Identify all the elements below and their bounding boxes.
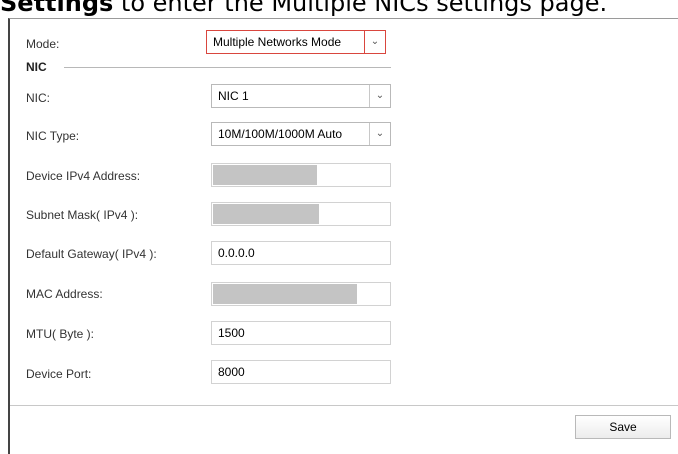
mtu-input-value: 1500: [218, 326, 245, 340]
network-settings-panel: Mode: Multiple Networks Mode ⌄ NIC NIC: …: [8, 18, 678, 454]
chevron-down-icon[interactable]: ⌄: [369, 85, 390, 107]
ipv4-label: Device IPv4 Address:: [26, 169, 141, 183]
gateway-label: Default Gateway( IPv4 ):: [26, 247, 157, 261]
save-button[interactable]: Save: [575, 415, 671, 439]
nic-label: NIC:: [26, 91, 50, 105]
mac-redacted-value: [213, 284, 357, 304]
port-input-value: 8000: [218, 365, 245, 379]
mtu-label: MTU( Byte ):: [26, 327, 94, 341]
ipv4-redacted-value: [213, 165, 317, 185]
footer-divider: [10, 405, 678, 406]
nic-type-label: NIC Type:: [26, 129, 80, 143]
mac-input[interactable]: [211, 282, 391, 306]
mode-label: Mode:: [26, 37, 60, 51]
mode-select[interactable]: Multiple Networks Mode ⌄: [206, 30, 386, 54]
nic-type-select-value: 10M/100M/1000M Auto: [218, 127, 343, 141]
ipv4-input[interactable]: [211, 163, 391, 187]
page-caption: Settings to enter the Multiple NICs sett…: [0, 0, 678, 18]
nic-select-value: NIC 1: [218, 89, 249, 103]
subnet-input[interactable]: [211, 202, 391, 226]
subnet-redacted-value: [213, 204, 319, 224]
subnet-label: Subnet Mask( IPv4 ):: [26, 208, 139, 222]
caption-bold: Settings: [0, 0, 114, 17]
chevron-down-icon[interactable]: ⌄: [364, 31, 385, 53]
mac-label: MAC Address:: [26, 287, 103, 301]
port-label: Device Port:: [26, 367, 92, 381]
section-divider: [64, 67, 391, 68]
nic-type-select[interactable]: 10M/100M/1000M Auto ⌄: [211, 122, 391, 146]
mtu-input[interactable]: 1500: [211, 321, 391, 345]
caption-text: to enter the Multiple NICs settings page…: [113, 0, 608, 17]
nic-select[interactable]: NIC 1 ⌄: [211, 84, 391, 108]
gateway-input-value: 0.0.0.0: [218, 246, 255, 260]
gateway-input[interactable]: 0.0.0.0: [211, 241, 391, 265]
nic-section-title: NIC: [26, 60, 47, 74]
mode-select-value: Multiple Networks Mode: [213, 35, 342, 49]
chevron-down-icon[interactable]: ⌄: [369, 123, 390, 145]
port-input[interactable]: 8000: [211, 360, 391, 384]
